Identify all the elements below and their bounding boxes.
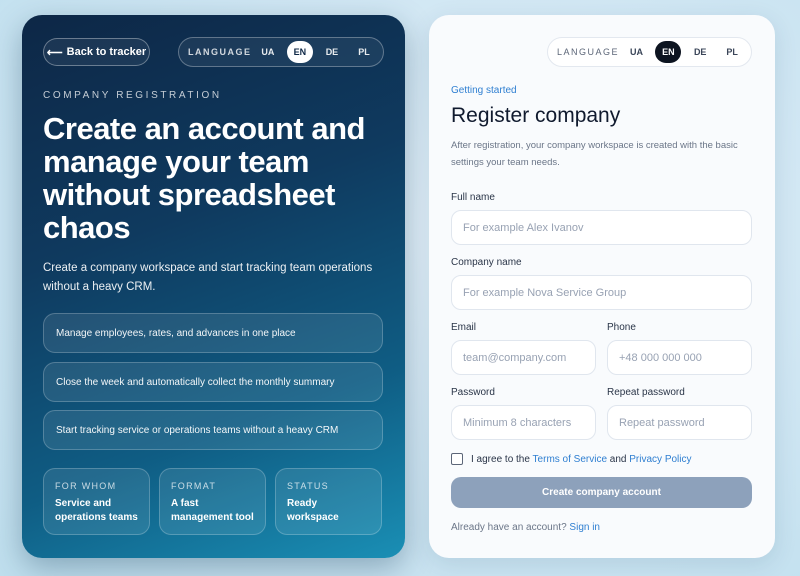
terms-prefix: I agree to the bbox=[471, 453, 530, 465]
feature-item: Manage employees, rates, and advances in… bbox=[43, 313, 383, 353]
lang-option-en[interactable]: EN bbox=[655, 41, 682, 63]
form-description: After registration, your company workspa… bbox=[451, 140, 738, 168]
privacy-policy-link[interactable]: Privacy Policy bbox=[629, 454, 691, 465]
terms-text: I agree to the Terms of Service and Priv… bbox=[471, 454, 692, 465]
back-to-tracker-button[interactable]: ⟵ Back to tracker bbox=[43, 38, 150, 66]
lang-option-de[interactable]: DE bbox=[687, 41, 713, 63]
lang-option-ua[interactable]: UA bbox=[255, 41, 281, 63]
lang-option-ua[interactable]: UA bbox=[624, 41, 650, 63]
feature-item: Close the week and automatically collect… bbox=[43, 362, 383, 402]
company-name-input[interactable] bbox=[451, 275, 752, 310]
phone-input[interactable] bbox=[607, 340, 752, 375]
info-card-value: Ready workspace bbox=[287, 498, 339, 523]
info-card-for-whom: FOR WHOM Service and operations teams bbox=[43, 468, 150, 535]
form-title: Register company bbox=[451, 104, 621, 127]
section-eyebrow: COMPANY REGISTRATION bbox=[43, 90, 222, 101]
info-card-key: STATUS bbox=[287, 481, 329, 491]
create-account-button[interactable]: Create company account bbox=[451, 477, 752, 508]
full-name-label: Full name bbox=[451, 192, 495, 203]
lang-option-en[interactable]: EN bbox=[286, 41, 313, 63]
language-label: LANGUAGE bbox=[557, 47, 620, 57]
repeat-password-input[interactable] bbox=[607, 405, 752, 440]
registration-form-panel: LANGUAGE UA EN DE PL Getting started Reg… bbox=[429, 15, 775, 558]
hero-panel: ⟵ Back to tracker LANGUAGE UA EN DE PL C… bbox=[22, 15, 405, 558]
repeat-password-label: Repeat password bbox=[607, 387, 685, 398]
signin-prompt: Already have an account? bbox=[451, 522, 567, 533]
signin-row: Already have an account? Sign in bbox=[451, 522, 600, 533]
hero-subtitle: Create a company workspace and start tra… bbox=[43, 262, 373, 293]
lang-option-pl[interactable]: PL bbox=[719, 41, 745, 63]
info-card-format: FORMAT A fast management tool bbox=[159, 468, 266, 535]
company-name-label: Company name bbox=[451, 257, 522, 268]
password-label: Password bbox=[451, 387, 495, 398]
info-card-key: FOR WHOM bbox=[55, 481, 117, 491]
info-card-value: A fast management tool bbox=[171, 498, 254, 523]
lang-option-pl[interactable]: PL bbox=[351, 41, 377, 63]
form-kicker: Getting started bbox=[451, 85, 517, 96]
arrow-left-icon: ⟵ bbox=[46, 46, 63, 59]
info-card-value: Service and operations teams bbox=[55, 498, 138, 523]
email-input[interactable] bbox=[451, 340, 596, 375]
full-name-input[interactable] bbox=[451, 210, 752, 245]
back-button-label: Back to tracker bbox=[66, 46, 147, 58]
password-input[interactable] bbox=[451, 405, 596, 440]
signin-link[interactable]: Sign in bbox=[569, 522, 600, 533]
info-card-key: FORMAT bbox=[171, 481, 217, 491]
terms-and: and bbox=[609, 453, 627, 465]
lang-option-de[interactable]: DE bbox=[319, 41, 345, 63]
hero-headline: Create an account and manage your team w… bbox=[43, 111, 365, 245]
language-switcher-dark: LANGUAGE UA EN DE PL bbox=[178, 37, 384, 67]
language-switcher: LANGUAGE UA EN DE PL bbox=[547, 37, 752, 67]
terms-of-service-link[interactable]: Terms of Service bbox=[533, 454, 607, 465]
phone-label: Phone bbox=[607, 322, 636, 333]
info-card-status: STATUS Ready workspace bbox=[275, 468, 382, 535]
feature-item: Start tracking service or operations tea… bbox=[43, 410, 383, 450]
terms-checkbox[interactable] bbox=[451, 453, 463, 465]
email-label: Email bbox=[451, 322, 477, 333]
language-label: LANGUAGE bbox=[188, 47, 252, 57]
terms-agreement: I agree to the Terms of Service and Priv… bbox=[451, 453, 692, 465]
